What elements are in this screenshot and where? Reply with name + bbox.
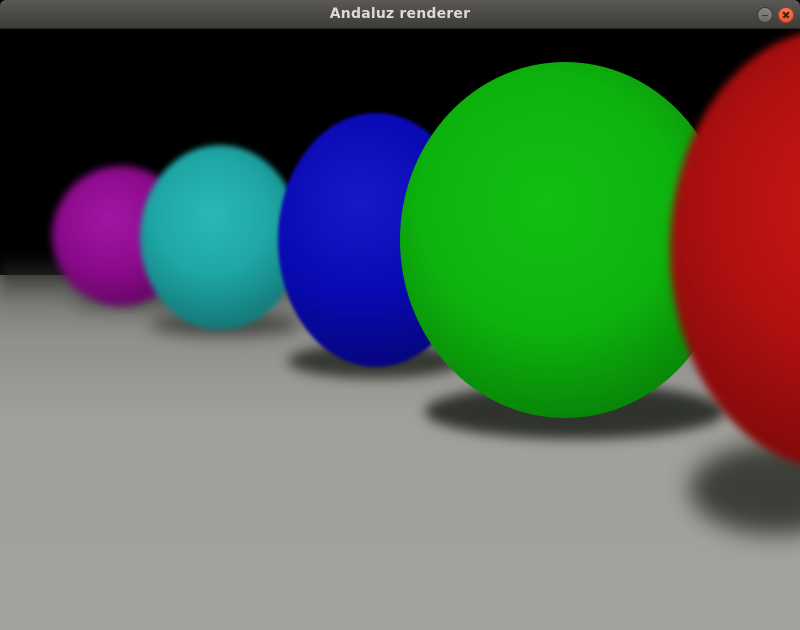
app-window: Andaluz renderer	[0, 0, 800, 630]
minimize-icon[interactable]	[757, 7, 773, 23]
close-icon[interactable]	[778, 7, 794, 23]
cyan-sphere	[140, 145, 300, 330]
window-title: Andaluz renderer	[329, 6, 471, 22]
title-bar[interactable]: Andaluz renderer	[0, 0, 800, 29]
render-canvas	[0, 29, 800, 630]
